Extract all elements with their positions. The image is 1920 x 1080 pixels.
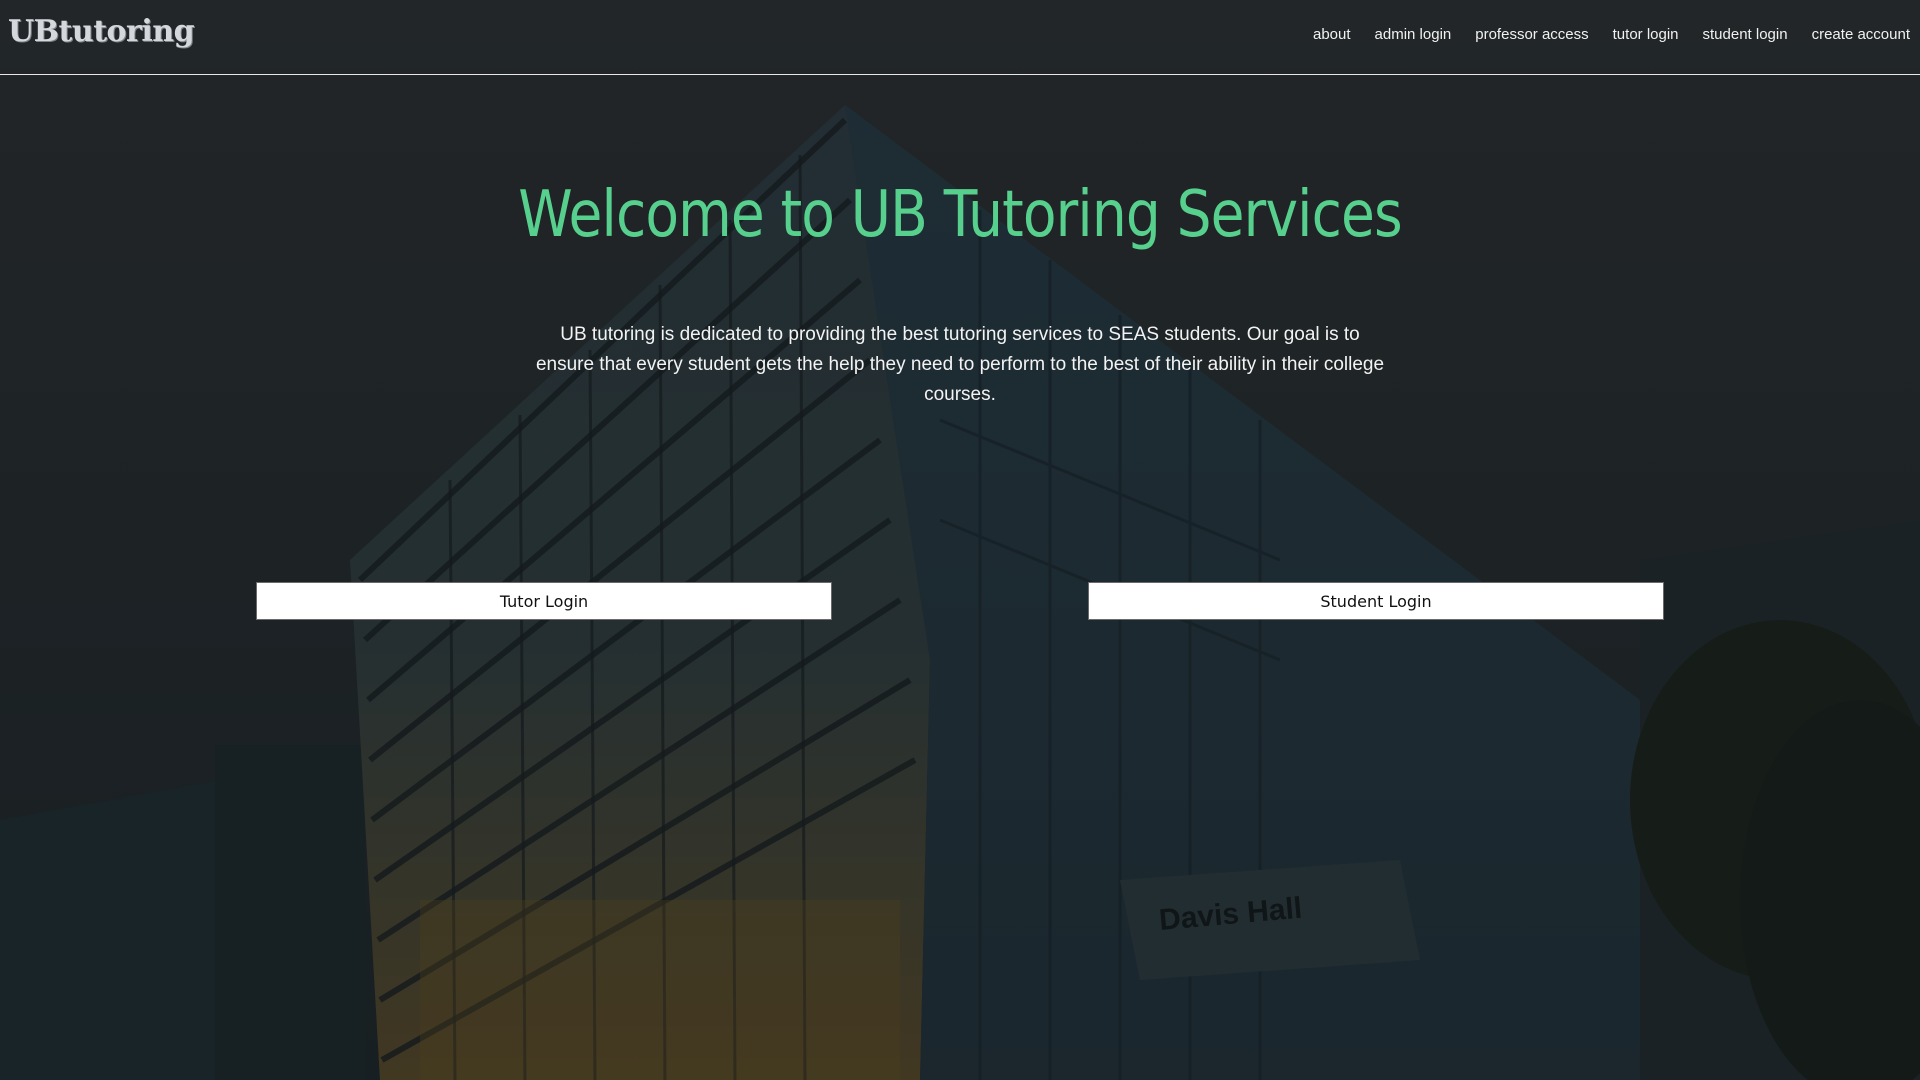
nav-link-tutor-login[interactable]: tutor login — [1613, 26, 1679, 43]
page: Davis Hall UBtutoring about admin login … — [0, 0, 1920, 1080]
page-title: Welcome to UB Tutoring Services — [518, 178, 1402, 252]
site-logo[interactable]: UBtutoring — [8, 14, 195, 49]
tutor-login-button[interactable]: Tutor Login — [256, 582, 832, 620]
nav-link-student-login[interactable]: student login — [1703, 26, 1788, 43]
nav-link-professor-access[interactable]: professor access — [1475, 26, 1588, 43]
intro-description: UB tutoring is dedicated to providing th… — [535, 324, 1385, 405]
nav-link-about[interactable]: about — [1313, 26, 1351, 43]
nav-link-create-account[interactable]: create account — [1812, 26, 1910, 43]
hero-section: Welcome to UB Tutoring Services UB tutor… — [0, 0, 1920, 1080]
nav-link-admin-login[interactable]: admin login — [1375, 26, 1452, 43]
nav-menu: about admin login professor access tutor… — [1289, 26, 1910, 43]
top-navbar: UBtutoring about admin login professor a… — [0, 0, 1920, 75]
student-login-button[interactable]: Student Login — [1088, 582, 1664, 620]
